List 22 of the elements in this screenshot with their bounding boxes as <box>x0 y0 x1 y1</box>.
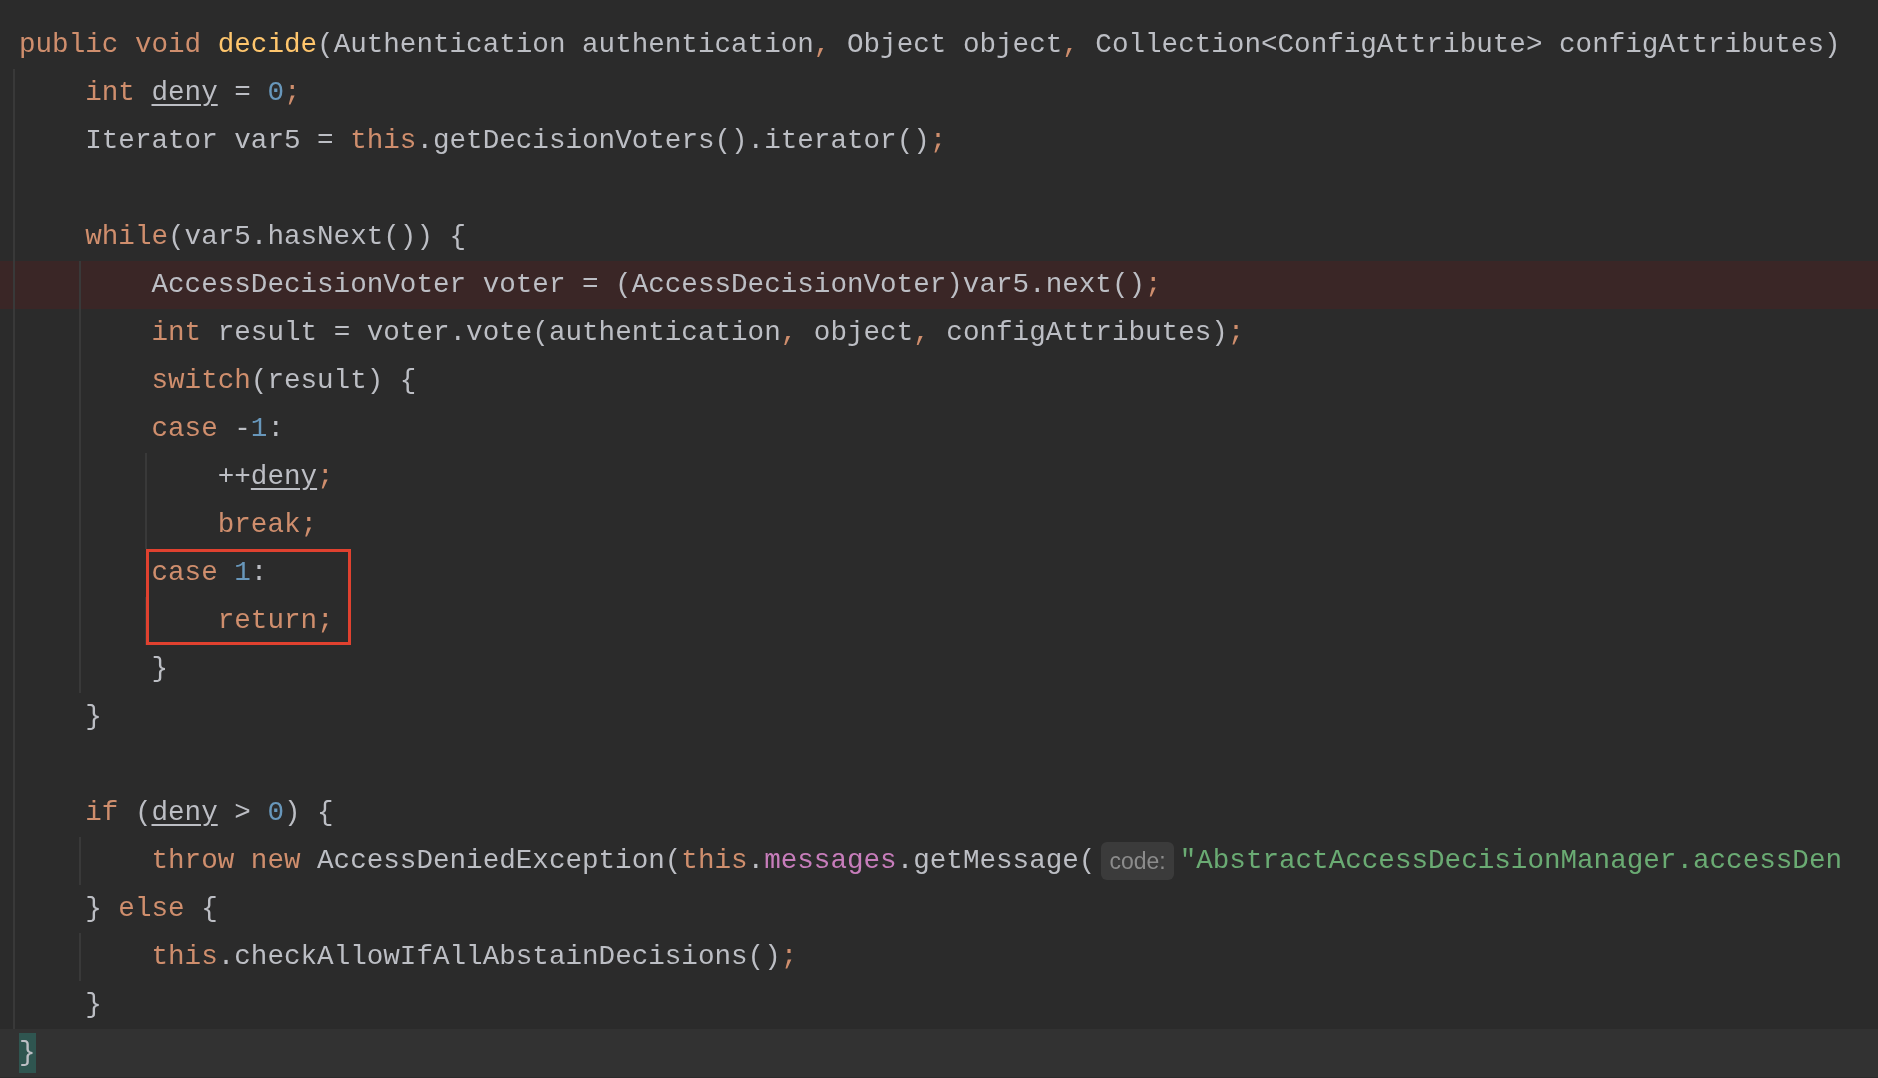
code-line: int deny = 0; <box>85 76 301 111</box>
code-line: case -1: <box>151 412 284 447</box>
code-line: } else { <box>85 892 218 927</box>
code-line: AccessDecisionVoter voter = (AccessDecisionVoter)var5.next(); <box>151 268 1162 303</box>
code-line: while(var5.hasNext()) { <box>85 220 467 255</box>
code-line: ++deny; <box>217 460 334 495</box>
code-line: break; <box>217 508 318 543</box>
code-line: this.checkAllowIfAllAbstainDecisions(); <box>151 940 798 975</box>
code-line: throw new AccessDeniedException(this.messages.getMessage( <box>151 844 1096 879</box>
code-line: int result = voter.vote(authentication, object, configAttributes); <box>151 316 1245 351</box>
code-line: } <box>85 700 102 735</box>
code-line: switch(result) { <box>151 364 417 399</box>
matched-brace: } <box>19 1033 36 1073</box>
code-line: if (deny > 0) { <box>85 796 334 831</box>
code-line: } <box>151 652 169 687</box>
code-line: Iterator var5 = this.getDecisionVoters().iterator(); <box>85 124 947 159</box>
code-line: return; <box>217 604 334 639</box>
code-line: "AbstractAccessDecisionManager.accessDen <box>1179 844 1842 879</box>
code-line: public void decide(Authentication authentication, Object object, Collection<ConfigAttribute> configAttributes) <box>19 28 1841 63</box>
code-line: } <box>85 988 102 1023</box>
inlay-hint: code: <box>1101 842 1174 880</box>
code-line: case 1: <box>151 556 268 591</box>
